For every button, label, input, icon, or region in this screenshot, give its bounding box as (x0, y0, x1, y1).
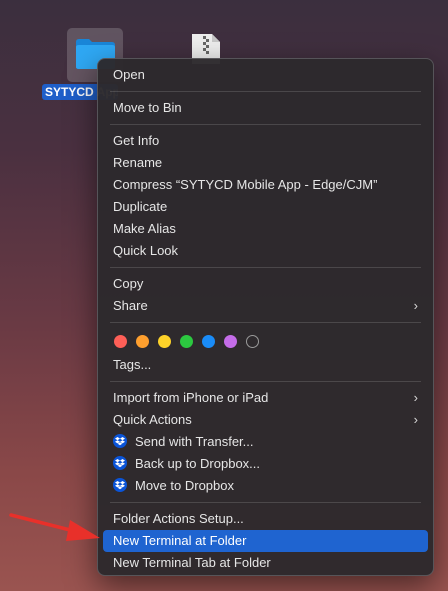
menu-item-compress[interactable]: Compress “SYTYCD Mobile App - Edge/CJM” (103, 174, 428, 196)
menu-item-send-with-transfer[interactable]: Send with Transfer... (103, 431, 428, 453)
dropbox-icon (113, 478, 127, 492)
menu-item-move-to-dropbox[interactable]: Move to Dropbox (103, 475, 428, 497)
menu-item-new-terminal-at-folder[interactable]: New Terminal at Folder (103, 530, 428, 552)
menu-item-send-with-transfer-label: Send with Transfer... (135, 434, 254, 449)
tag-blue[interactable] (202, 334, 215, 348)
tag-colors-row (98, 328, 433, 354)
tag-gray[interactable] (246, 334, 259, 348)
menu-item-share[interactable]: Share › (103, 295, 428, 317)
menu-item-import-iphone-label: Import from iPhone or iPad (113, 390, 269, 405)
menu-item-open[interactable]: Open (103, 64, 428, 86)
menu-item-quick-actions-label: Quick Actions (113, 412, 192, 427)
menu-item-new-terminal-tab-at-folder[interactable]: New Terminal Tab at Folder (103, 552, 428, 574)
menu-item-make-alias[interactable]: Make Alias (103, 218, 428, 240)
menu-item-rename[interactable]: Rename (103, 152, 428, 174)
chevron-right-icon: › (413, 390, 418, 405)
menu-item-quick-actions[interactable]: Quick Actions › (103, 409, 428, 431)
menu-separator (110, 91, 421, 92)
menu-item-move-to-dropbox-label: Move to Dropbox (135, 478, 234, 493)
menu-separator (110, 124, 421, 125)
menu-item-copy[interactable]: Copy (103, 273, 428, 295)
menu-separator (110, 502, 421, 503)
red-arrow-annotation (9, 513, 100, 541)
dropbox-icon (113, 434, 127, 448)
menu-item-quick-look[interactable]: Quick Look (103, 240, 428, 262)
chevron-right-icon: › (413, 298, 418, 313)
menu-item-tags[interactable]: Tags... (103, 354, 428, 376)
menu-item-duplicate[interactable]: Duplicate (103, 196, 428, 218)
dropbox-icon (113, 456, 127, 470)
tag-yellow[interactable] (158, 334, 171, 348)
menu-item-back-up-dropbox[interactable]: Back up to Dropbox... (103, 453, 428, 475)
tag-red[interactable] (114, 334, 127, 348)
menu-item-share-label: Share (113, 298, 148, 313)
menu-item-back-up-dropbox-label: Back up to Dropbox... (135, 456, 261, 471)
menu-item-import-iphone[interactable]: Import from iPhone or iPad › (103, 387, 428, 409)
tag-purple[interactable] (224, 334, 237, 348)
menu-item-get-info[interactable]: Get Info (103, 130, 428, 152)
tag-green[interactable] (180, 334, 193, 348)
tag-orange[interactable] (136, 334, 149, 348)
menu-item-move-to-bin[interactable]: Move to Bin (103, 97, 428, 119)
context-menu: Open Move to Bin Get Info Rename Compres… (97, 58, 434, 576)
menu-separator (110, 267, 421, 268)
chevron-right-icon: › (413, 412, 418, 427)
menu-separator (110, 322, 421, 323)
menu-separator (110, 381, 421, 382)
menu-item-folder-actions-setup[interactable]: Folder Actions Setup... (103, 508, 428, 530)
